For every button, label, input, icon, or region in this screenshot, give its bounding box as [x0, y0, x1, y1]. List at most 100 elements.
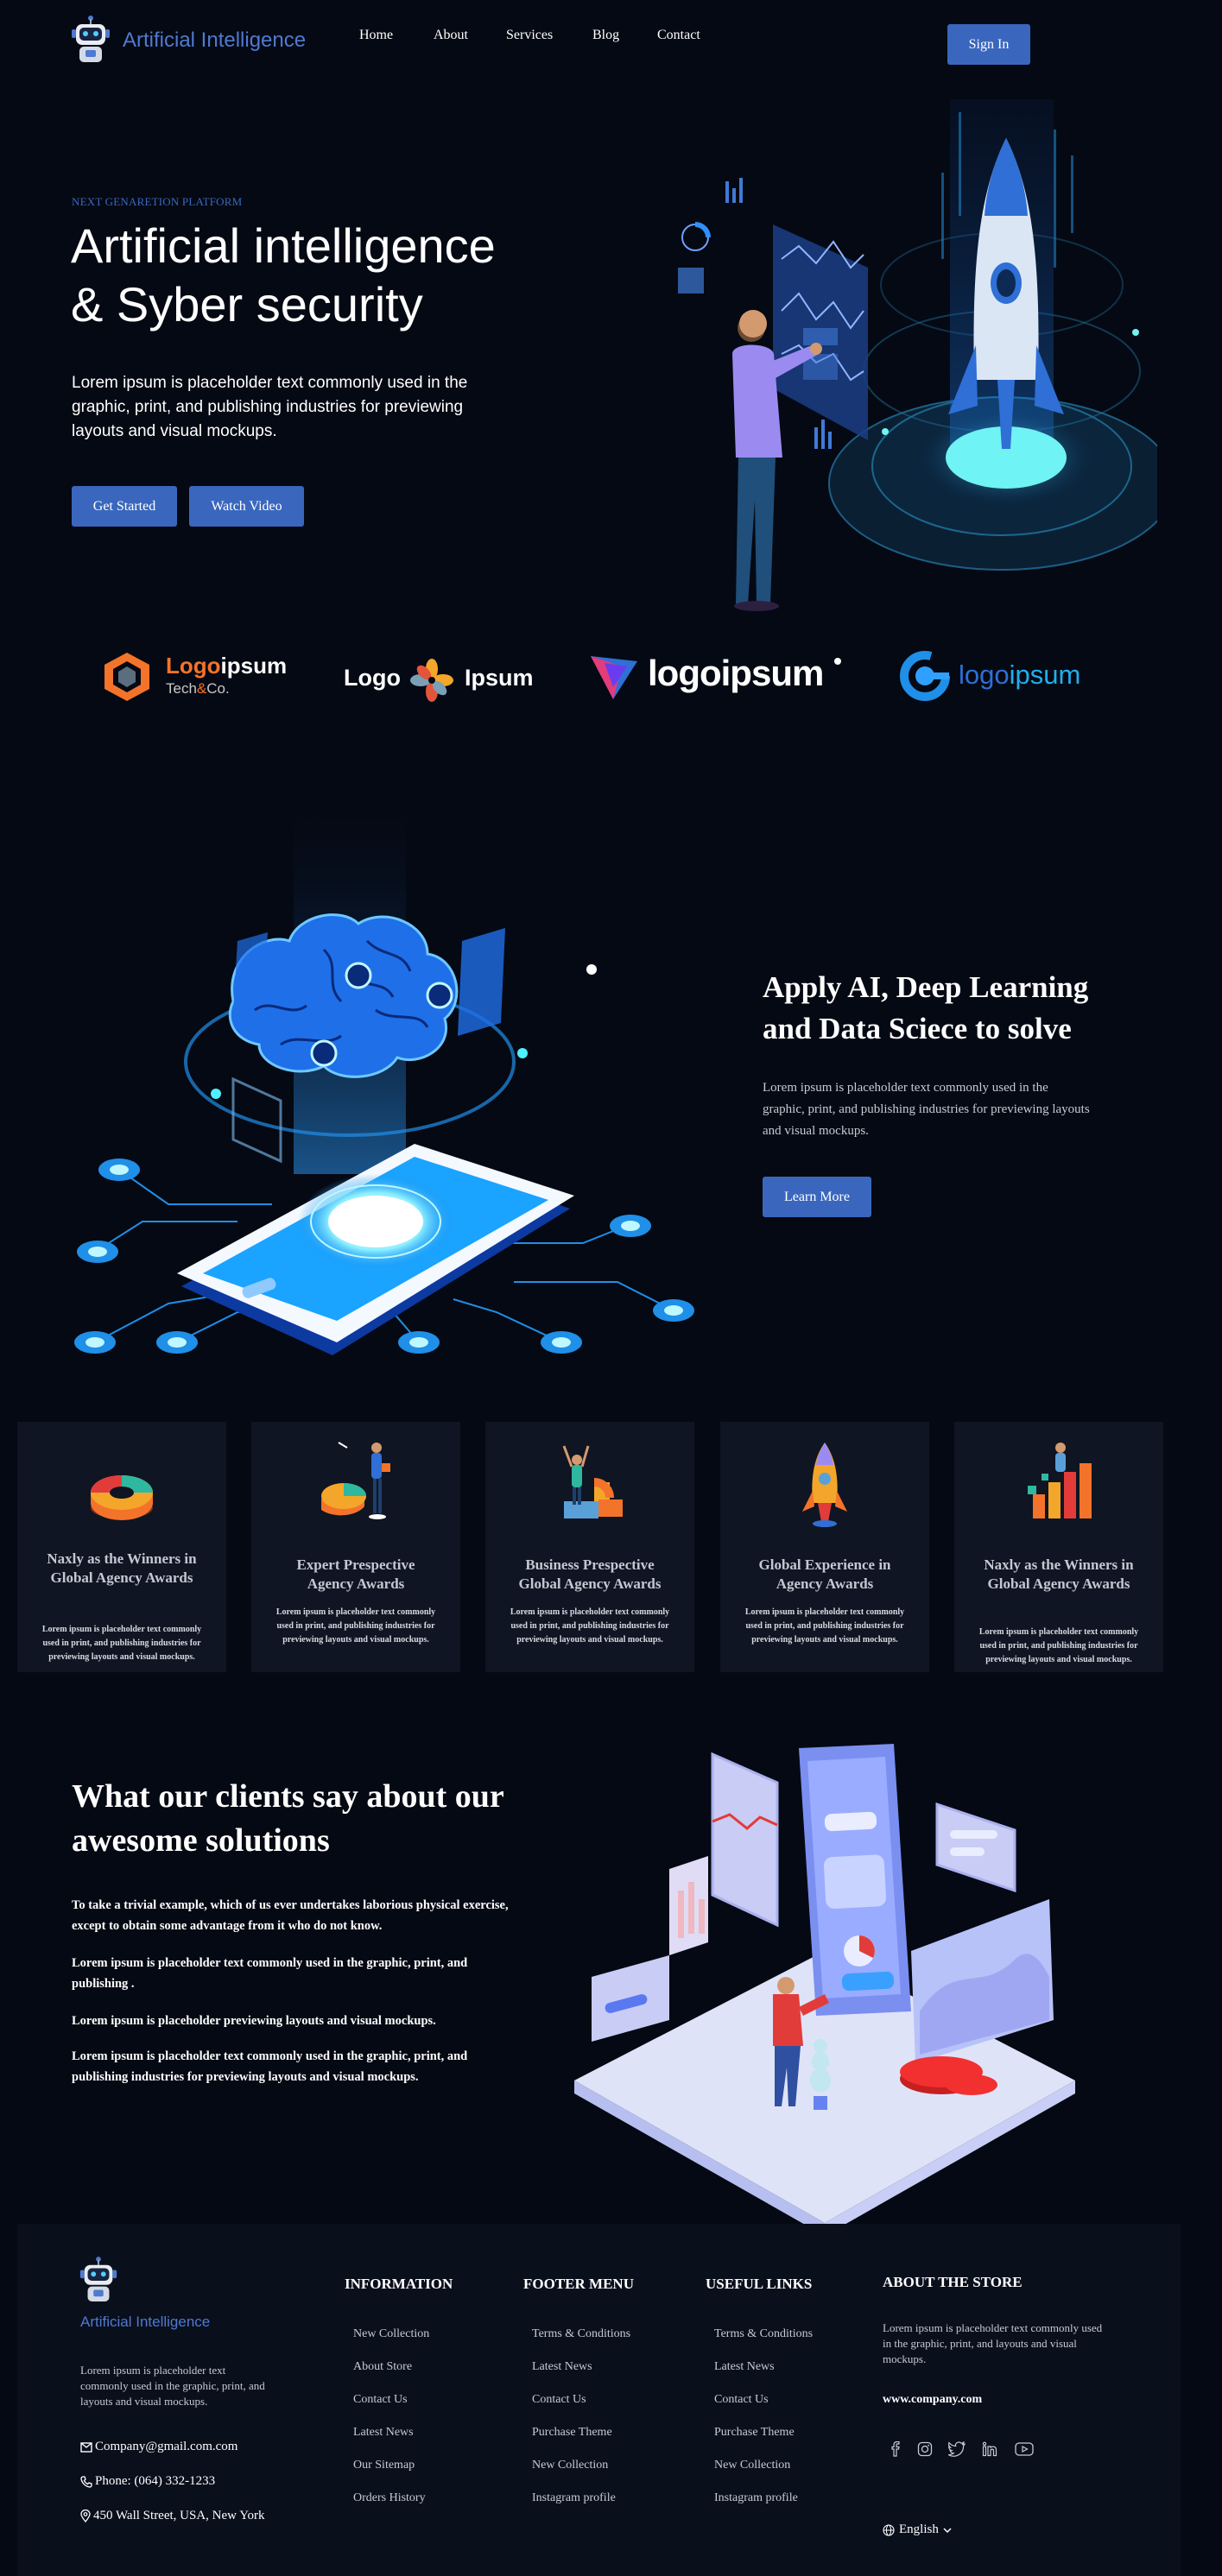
linkedin-icon[interactable]	[982, 2441, 997, 2457]
logo-4-accent: logo	[959, 660, 1010, 690]
logo-2-left: Logo	[344, 665, 401, 691]
logo-1-sub-amp: &	[196, 680, 207, 697]
social-icons	[890, 2441, 1045, 2459]
language-label: English	[899, 2522, 939, 2536]
footer-link[interactable]: Purchase Theme	[532, 2426, 612, 2440]
footer-link[interactable]: Terms & Conditions	[532, 2327, 630, 2341]
footer-link[interactable]: Our Sitemap	[353, 2459, 415, 2472]
brain-phone-illustration	[74, 811, 694, 1355]
footer-phone-text[interactable]: Phone: (064) 332-1233	[95, 2474, 215, 2489]
globe-icon	[883, 2523, 895, 2536]
facebook-icon[interactable]	[890, 2441, 902, 2457]
chevron-down-icon	[943, 2527, 952, 2533]
hero-title-line1: Artificial intelligence	[71, 218, 496, 273]
footer-link[interactable]: Purchase Theme	[714, 2426, 795, 2440]
award-card-2-title: Expert Prespective Agency Awards	[296, 1556, 415, 1592]
logo-3-text: logoipsum	[648, 653, 824, 693]
logo-4-rest: ipsum	[1009, 660, 1081, 690]
logo-1-rest: ipsum	[220, 653, 288, 679]
learn-more-button[interactable]: Learn More	[763, 1177, 871, 1217]
footer-robot-logo-icon	[79, 2257, 117, 2301]
award-card-3-title: Business Prespective Global Agency Award…	[518, 1556, 662, 1592]
apply-title: Apply AI, Deep Learning and Data Sciece …	[763, 970, 1089, 1045]
footer-link[interactable]: Instagram profile	[714, 2491, 798, 2505]
rocket-icon	[802, 1443, 847, 1527]
footer-brand[interactable]: Artificial Intelligence	[80, 2314, 210, 2331]
testimonials-title: What our clients say about our awesome s…	[72, 1778, 504, 1859]
footer-link[interactable]: About Store	[353, 2360, 412, 2374]
award-card-3-text: Lorem ipsum is placeholder text commonly…	[510, 1607, 670, 1645]
footer-email-text[interactable]: Company@gmail.com.com	[95, 2440, 237, 2454]
footer-link[interactable]: Orders History	[353, 2491, 426, 2505]
person-chart-icon	[321, 1442, 390, 1519]
footer-link[interactable]: New Collection	[714, 2459, 790, 2472]
youtube-icon[interactable]	[1015, 2442, 1034, 2456]
nav-services[interactable]: Services	[506, 28, 553, 43]
brand-name[interactable]: Artificial Intelligence	[123, 28, 306, 53]
nav-home[interactable]: Home	[359, 28, 393, 43]
person-stairs-icon	[562, 1445, 623, 1518]
get-started-button[interactable]: Get Started	[72, 486, 177, 527]
nav-about[interactable]: About	[434, 28, 468, 43]
robot-logo-icon	[72, 16, 110, 62]
award-card-1-title: Naxly as the Winners in Global Agency Aw…	[47, 1550, 197, 1586]
footer-heading-menu: FOOTER MENU	[523, 2276, 634, 2292]
footer-website[interactable]: www.company.com	[883, 2393, 982, 2407]
award-card-2-text: Lorem ipsum is placeholder text commonly…	[275, 1607, 436, 1645]
footer-link[interactable]: Instagram profile	[532, 2491, 616, 2505]
nav-blog[interactable]: Blog	[592, 28, 619, 43]
award-card-1-text: Lorem ipsum is placeholder text commonly…	[41, 1625, 202, 1662]
footer-store-text: Lorem ipsum is placeholder text commonly…	[883, 2321, 1103, 2365]
footer-address: 450 Wall Street, USA, New York	[80, 2509, 265, 2523]
award-card-5-title: Naxly as the Winners in Global Agency Aw…	[984, 1556, 1134, 1592]
footer-link[interactable]: New Collection	[353, 2327, 429, 2341]
testimonial-2: Lorem ipsum is placeholder text commonly…	[72, 1956, 468, 1991]
language-selector[interactable]: English	[883, 2522, 952, 2537]
twitter-icon[interactable]	[948, 2441, 966, 2457]
hero-title-line2: & Syber security	[71, 277, 423, 331]
footer-link[interactable]: Terms & Conditions	[714, 2327, 813, 2341]
hexagon-logo-icon	[104, 653, 149, 701]
phone-icon	[80, 2475, 92, 2488]
donut-chart-icon	[91, 1475, 153, 1520]
testimonial-3: Lorem ipsum is placeholder previewing la…	[72, 2014, 436, 2028]
hero-illustration	[678, 99, 1157, 611]
award-card-4: Global Experience in Agency Awards Lorem…	[720, 1422, 929, 1672]
footer-heading-information: INFORMATION	[345, 2276, 453, 2292]
hero-eyebrow: NEXT GENARETION PLATFORM	[72, 195, 243, 208]
logo-strip: Logoipsum Tech&Co. Logo Ipsum logoipsum …	[0, 630, 1222, 725]
triangle-logo-icon	[591, 656, 637, 699]
award-card-3: Business Prespective Global Agency Award…	[485, 1422, 694, 1672]
dashboard-illustration	[574, 1744, 1075, 2236]
c-ring-logo-icon	[900, 651, 950, 701]
logo-1: Logoipsum Tech&Co.	[99, 646, 298, 706]
footer-address-text: 450 Wall Street, USA, New York	[93, 2509, 265, 2522]
award-card-1: Naxly as the Winners in Global Agency Aw…	[17, 1422, 226, 1672]
sign-in-button[interactable]: Sign In	[947, 24, 1030, 65]
footer-link[interactable]: Contact Us	[353, 2393, 408, 2407]
award-card-5: Naxly as the Winners in Global Agency Aw…	[954, 1422, 1163, 1672]
logo-1-sub-b: Co.	[206, 680, 230, 697]
award-card-4-title: Global Experience in Agency Awards	[758, 1556, 891, 1592]
flower-logo-icon	[410, 659, 453, 702]
footer-phone: Phone: (064) 332-1233	[80, 2474, 215, 2489]
logo-2: Logo Ipsum	[344, 652, 534, 704]
award-card-4-text: Lorem ipsum is placeholder text commonly…	[744, 1607, 905, 1645]
instagram-icon[interactable]	[917, 2441, 933, 2457]
footer-link[interactable]: Contact Us	[714, 2393, 769, 2407]
nav-contact[interactable]: Contact	[657, 28, 700, 43]
apply-description: Lorem ipsum is placeholder text commonly…	[763, 1081, 1090, 1138]
logo-4: logoipsum	[898, 647, 1105, 708]
footer-link[interactable]: Latest News	[714, 2360, 775, 2374]
mail-icon	[80, 2441, 92, 2453]
footer-link[interactable]: Contact Us	[532, 2393, 586, 2407]
growth-bars-icon	[1028, 1443, 1092, 1518]
footer-heading-useful: USEFUL LINKS	[706, 2276, 813, 2292]
footer-link[interactable]: New Collection	[532, 2459, 608, 2472]
logo-1-sub-a: Tech	[166, 680, 197, 697]
testimonial-1: To take a trivial example, which of us e…	[72, 1898, 509, 1933]
watch-video-button[interactable]: Watch Video	[189, 486, 304, 527]
footer-link[interactable]: Latest News	[353, 2426, 414, 2440]
footer-link[interactable]: Latest News	[532, 2360, 592, 2374]
header: Artificial Intelligence Home About Servi…	[0, 0, 1222, 78]
